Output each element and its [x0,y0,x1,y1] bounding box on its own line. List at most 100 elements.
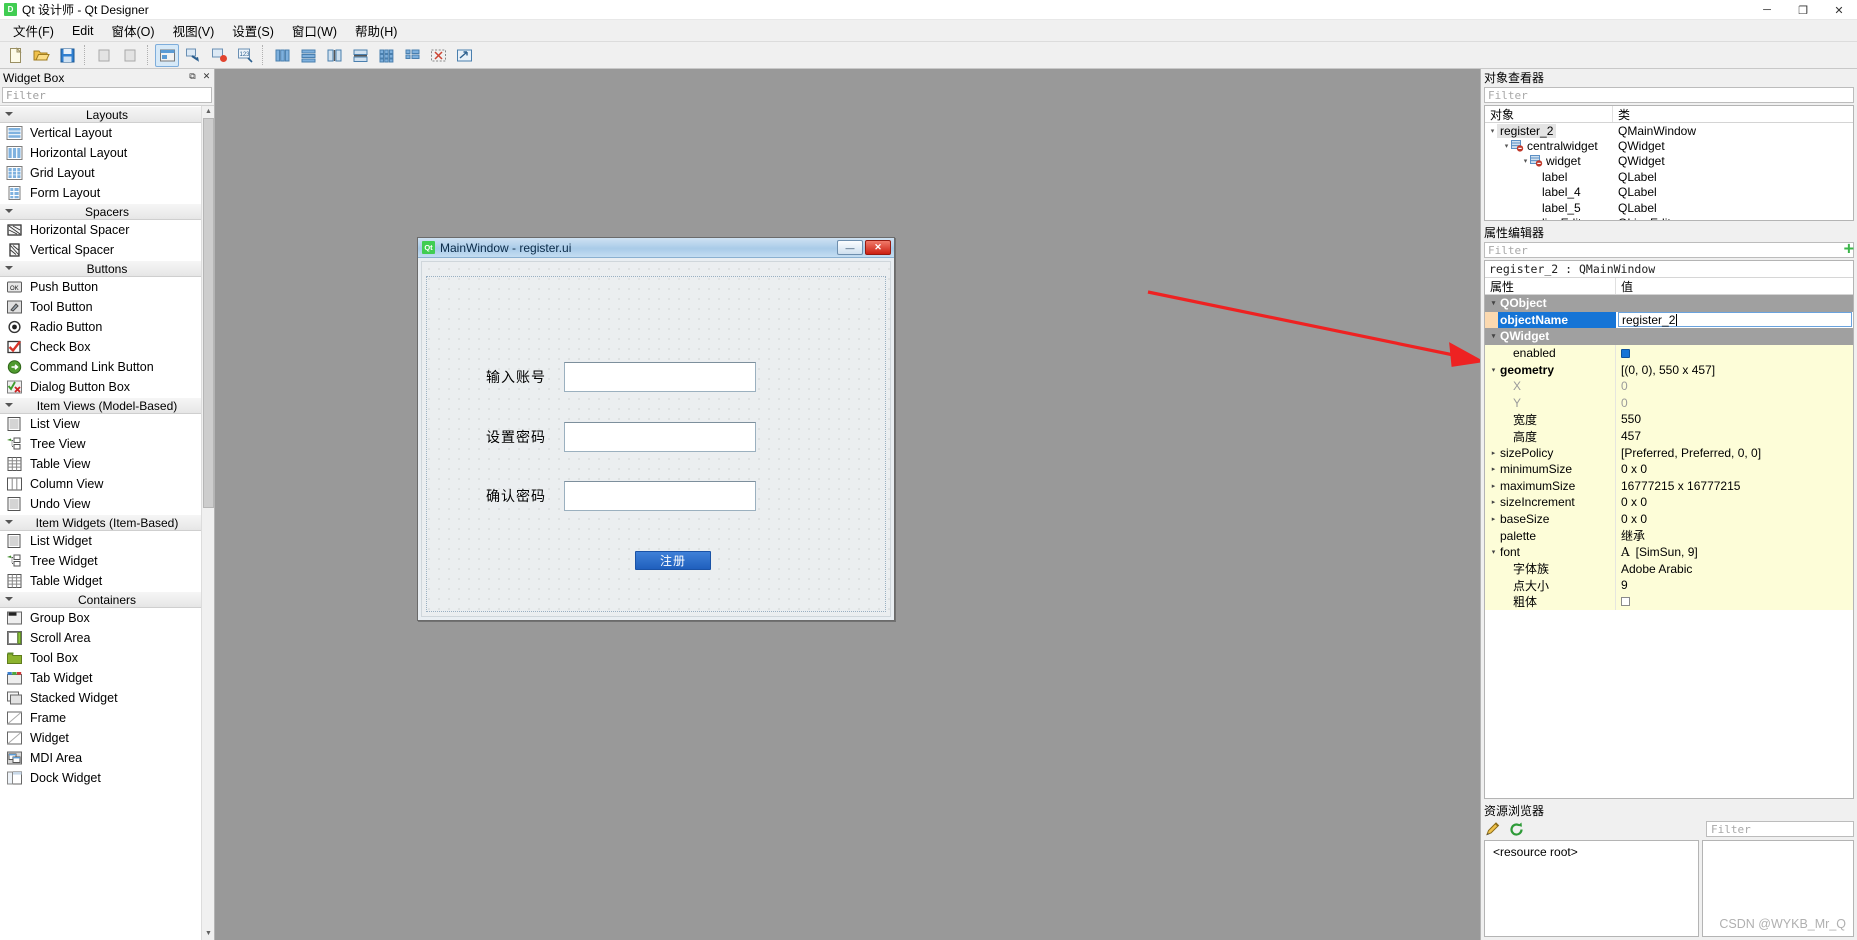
edit-buddies-icon[interactable] [207,44,231,67]
checkbox-unchecked-icon[interactable] [1621,597,1630,607]
objectname-input[interactable]: register_2 [1618,312,1852,328]
property-editor-filter-input[interactable]: Filter + [1484,241,1854,258]
chevron-right-icon[interactable] [1487,449,1500,457]
menu-settings[interactable]: 设置(S) [223,18,283,43]
widget-item-horizontal-spacer[interactable]: Horizontal Spacer [0,220,214,240]
menu-window[interactable]: 窗口(W) [283,18,346,43]
chevron-right-icon[interactable] [1487,465,1500,473]
widget-item-group-box[interactable]: Group Box [0,608,214,628]
widget-item-column-view[interactable]: Column View [0,474,214,494]
property-row-minimumsize[interactable]: minimumSize 0 x 0 [1485,460,1853,478]
widget-item-table-widget[interactable]: Table Widget [0,571,214,591]
table-row[interactable]: label QLabel [1485,169,1853,184]
widget-box-filter-input[interactable]: Filter [2,87,212,103]
edit-signals-slots-icon[interactable] [181,44,205,67]
property-row-maximumsize[interactable]: maximumSize 16777215 x 16777215 [1485,477,1853,495]
layout-splitter-horizontal-icon[interactable] [322,44,346,67]
redo-icon[interactable] [118,44,142,67]
resource-preview[interactable]: CSDN @WYKB_Mr_Q [1702,840,1854,937]
scroll-down-icon[interactable]: ▼ [202,928,214,940]
table-row[interactable]: centralwidget QWidget [1485,138,1853,153]
widget-category-layouts[interactable]: Layouts [0,106,214,123]
property-row-geometry[interactable]: geometry [(0, 0), 550 x 457] [1485,361,1853,378]
widget-item-push-button[interactable]: OK Push Button [0,277,214,297]
widget-item-check-box[interactable]: Check Box [0,337,214,357]
float-icon[interactable]: ⧉ [187,71,198,82]
widget-item-tab-widget[interactable]: Tab Widget [0,668,214,688]
property-row-sizeincrement[interactable]: sizeIncrement 0 x 0 [1485,494,1853,511]
edit-tab-order-icon[interactable]: 123 [233,44,257,67]
widget-item-widget[interactable]: Widget [0,728,214,748]
form-body[interactable]: 输入账号 设置密码 确认密码 注册 [421,261,891,617]
layout-splitter-vertical-icon[interactable] [348,44,372,67]
input-username[interactable] [564,362,756,392]
table-row[interactable]: label_4 QLabel [1485,185,1853,200]
input-confirm-password[interactable] [564,481,756,511]
resource-tree[interactable]: <resource root> [1484,840,1699,937]
property-row-font-bold[interactable]: 粗体 [1485,593,1853,611]
chevron-down-icon[interactable] [1521,157,1530,165]
register-button[interactable]: 注册 [635,551,711,570]
property-row-geometry-y[interactable]: Y 0 [1485,394,1853,412]
scrollbar-thumb[interactable] [203,118,214,508]
menu-form[interactable]: 窗体(O) [103,18,164,43]
chevron-down-icon[interactable] [1487,366,1500,374]
widget-item-tool-box[interactable]: Tool Box [0,648,214,668]
property-row-font[interactable]: font A [SimSun, 9] [1485,543,1853,561]
layout-horizontally-icon[interactable] [270,44,294,67]
widget-item-horizontal-layout[interactable]: Horizontal Layout [0,143,214,163]
widget-item-stacked-widget[interactable]: Stacked Widget [0,688,214,708]
widget-item-undo-view[interactable]: Undo View [0,494,214,514]
chevron-down-icon[interactable] [1487,332,1500,340]
new-form-icon[interactable] [3,44,27,67]
property-row-sizepolicy[interactable]: sizePolicy [Preferred, Preferred, 0, 0] [1485,444,1853,461]
break-layout-icon[interactable] [426,44,450,67]
widget-box-scrollbar[interactable]: ▲ ▼ [201,106,214,940]
widget-item-table-view[interactable]: Table View [0,454,214,474]
table-row[interactable]: widget QWidget [1485,154,1853,169]
column-header-object[interactable]: 对象 [1485,106,1613,122]
edit-widgets-icon[interactable] [155,43,179,67]
table-row[interactable]: register_2 QMainWindow [1485,123,1853,138]
chevron-down-icon[interactable] [1502,142,1511,150]
property-table[interactable]: register_2 : QMainWindow 属性 值 QObject ob… [1484,260,1854,799]
column-header-value[interactable]: 值 [1616,278,1853,294]
adjust-size-icon[interactable] [452,44,476,67]
scroll-up-icon[interactable]: ▲ [202,106,214,118]
widget-category-spacers[interactable]: Spacers [0,203,214,220]
property-row-objectname[interactable]: objectName register_2 [1485,311,1853,329]
widget-item-command-link-button[interactable]: Command Link Button [0,357,214,377]
form-canvas[interactable]: Qt MainWindow - register.ui — ✕ 输入账号 设置密… [215,69,1480,940]
widget-item-dialog-button-box[interactable]: Dialog Button Box [0,377,214,397]
property-row-geometry-width[interactable]: 宽度 550 [1485,411,1853,428]
property-row-font-pointsize[interactable]: 点大小 9 [1485,577,1853,594]
widget-item-frame[interactable]: Frame [0,708,214,728]
table-row[interactable]: label_5 QLabel [1485,200,1853,215]
layout-grid-icon[interactable] [374,44,398,67]
widget-item-scroll-area[interactable]: Scroll Area [0,628,214,648]
minimize-button[interactable]: ─ [1749,0,1785,20]
widget-category-item-views[interactable]: Item Views (Model-Based) [0,397,214,414]
undo-icon[interactable] [92,44,116,67]
widget-item-tree-widget[interactable]: Tree Widget [0,551,214,571]
widget-item-grid-layout[interactable]: Grid Layout [0,163,214,183]
checkbox-checked-icon[interactable] [1621,348,1630,358]
maximize-button[interactable]: ❐ [1785,0,1821,20]
widget-item-mdi-area[interactable]: MDI Area [0,748,214,768]
layout-form-icon[interactable] [400,44,424,67]
widget-item-list-view[interactable]: List View [0,414,214,434]
widget-item-form-layout[interactable]: Form Layout [0,183,214,203]
design-form-window[interactable]: Qt MainWindow - register.ui — ✕ 输入账号 设置密… [417,237,895,621]
property-row-enabled[interactable]: enabled [1485,344,1853,362]
open-form-icon[interactable] [29,44,53,67]
property-row-font-family[interactable]: 字体族 Adobe Arabic [1485,560,1853,578]
menu-file[interactable]: 文件(F) [4,18,63,43]
layout-vertically-icon[interactable] [296,44,320,67]
table-row[interactable]: lineEdit QLineEdit [1485,215,1853,220]
chevron-down-icon[interactable] [1487,548,1500,556]
chevron-right-icon[interactable] [1487,515,1500,523]
widget-box-list[interactable]: Layouts Vertical Layout Horizontal Layou… [0,105,214,940]
resource-browser-filter-input[interactable]: Filter [1706,821,1854,837]
object-tree[interactable]: 对象 类 register_2 QMainWindow centralwidge… [1484,105,1854,221]
widget-item-vertical-spacer[interactable]: Vertical Spacer [0,240,214,260]
